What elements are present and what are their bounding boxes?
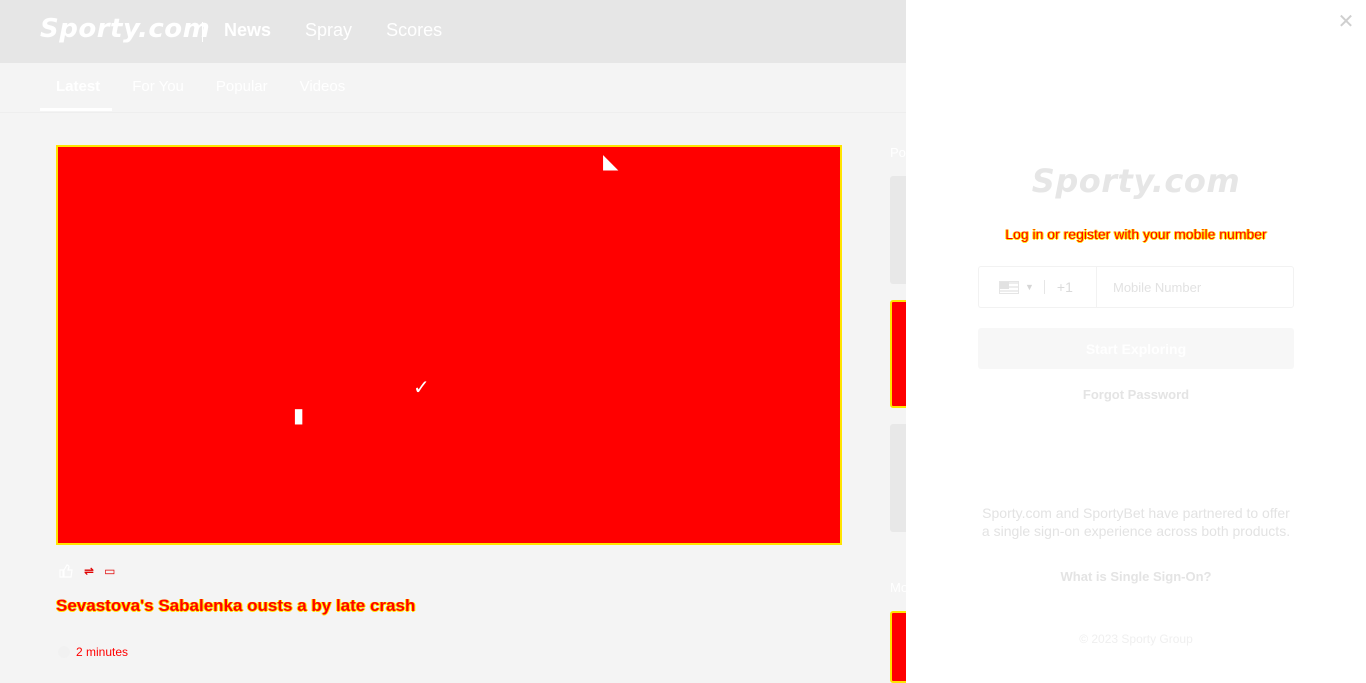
rail-thumbnail[interactable] xyxy=(890,176,906,284)
sub-tabs: Latest For You Popular Videos xyxy=(40,78,361,111)
login-prompt: Log in or register with your mobile numb… xyxy=(1005,226,1267,242)
rail-thumbnail[interactable] xyxy=(890,424,906,532)
source-avatar xyxy=(58,646,70,658)
share-icon[interactable]: ⇌ xyxy=(84,564,94,578)
rail-thumbnail[interactable] xyxy=(890,300,906,408)
subnav-divider xyxy=(0,112,906,113)
tab-videos[interactable]: Videos xyxy=(284,78,362,111)
copyright-text: © 2023 Sporty Group xyxy=(1079,632,1193,646)
login-modal: ✕ Sporty.com Log in or register with you… xyxy=(906,0,1366,683)
article-headline[interactable]: Sevastova's Sabalenka ousts a by late cr… xyxy=(56,596,756,616)
time-ago: 2 minutes xyxy=(76,645,129,659)
modal-logo: Sporty.com xyxy=(1031,162,1241,200)
start-exploring-button[interactable]: Start Exploring xyxy=(978,328,1294,369)
top-navbar: Sporty.com News Spray Scores xyxy=(0,0,906,63)
country-separator xyxy=(1043,280,1045,294)
rail-thumbnail[interactable] xyxy=(890,611,906,683)
hero-swoosh-mark: ✓ xyxy=(413,377,430,399)
country-selector[interactable]: ▼ +1 xyxy=(978,266,1096,308)
hero-figure-mark: ▮ xyxy=(293,405,305,427)
dial-code: +1 xyxy=(1056,279,1073,295)
bookmark-icon[interactable]: ▭ xyxy=(104,564,115,578)
tab-popular[interactable]: Popular xyxy=(200,78,284,111)
nav-divider xyxy=(202,22,203,42)
chevron-down-icon: ▼ xyxy=(1025,282,1034,292)
us-flag-icon xyxy=(999,280,1019,294)
sso-info-link[interactable]: What is Single Sign-On? xyxy=(906,569,1366,584)
article-actions: ⇌ ▭ xyxy=(58,564,115,578)
main-nav: News Spray Scores xyxy=(224,20,442,41)
phone-number-input[interactable] xyxy=(1096,266,1294,308)
nav-scores[interactable]: Scores xyxy=(386,20,442,41)
article-time: 2 minutes xyxy=(58,645,128,659)
partner-info-text: Sporty.com and SportyBet have partnered … xyxy=(981,505,1291,539)
tab-for-you[interactable]: For You xyxy=(116,78,200,111)
nav-spray[interactable]: Spray xyxy=(305,20,352,41)
nav-news[interactable]: News xyxy=(224,20,271,41)
hero-image[interactable]: ◣ ✓ ▮ xyxy=(56,145,842,545)
site-logo[interactable]: Sporty.com xyxy=(40,14,210,44)
phone-field-group: ▼ +1 xyxy=(978,266,1294,308)
hero-figure-mark: ◣ xyxy=(603,151,619,173)
rail-heading: Po xyxy=(890,145,906,160)
background-page: Sporty.com News Spray Scores Latest For … xyxy=(0,0,906,683)
close-icon[interactable]: ✕ xyxy=(1336,12,1356,32)
forgot-password-link[interactable]: Forgot Password xyxy=(906,387,1366,402)
rail-more-heading: Mo xyxy=(890,580,906,595)
like-icon[interactable] xyxy=(58,564,74,578)
tab-latest[interactable]: Latest xyxy=(40,78,116,111)
